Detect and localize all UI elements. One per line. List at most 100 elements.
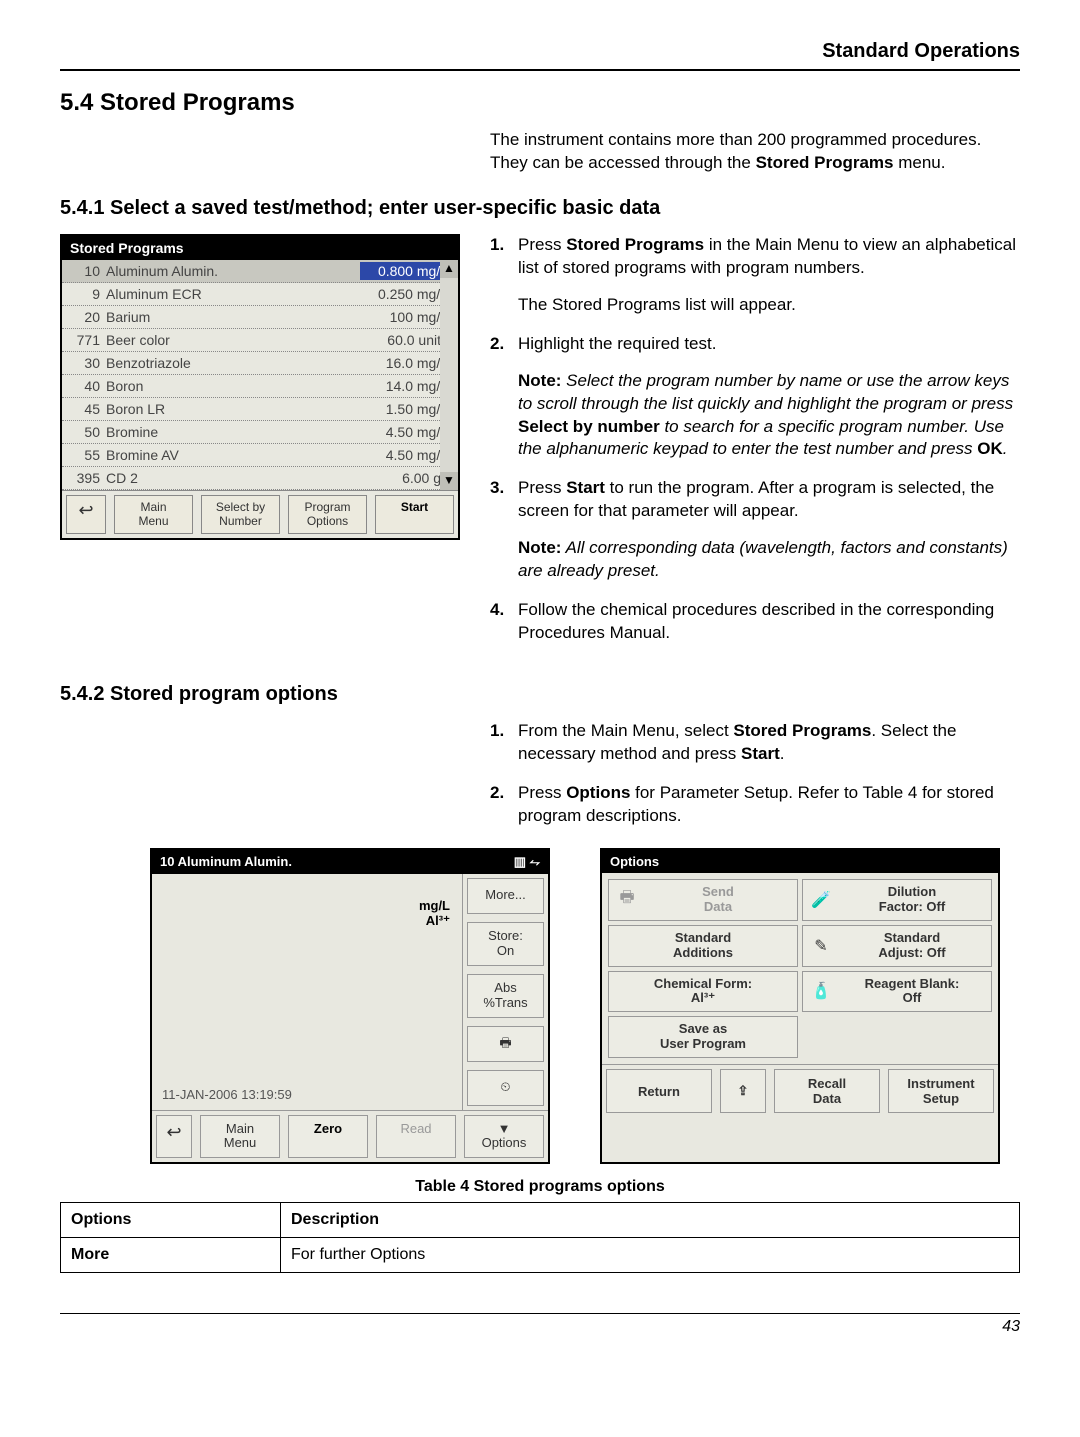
program-number: 50 (68, 424, 106, 440)
note-label: Note: (518, 538, 561, 557)
note: Note: All corresponding data (wavelength… (518, 538, 1008, 580)
zero-button[interactable]: Zero (288, 1115, 368, 1159)
recall-data-button[interactable]: Recall Data (774, 1069, 880, 1113)
stored-programs-panel: Stored Programs 10 Aluminum Alumin. 0.80… (60, 234, 460, 540)
select-by-number-button[interactable]: Select by Number (201, 495, 280, 534)
program-row[interactable]: 50Bromine4.50 mg/L (62, 421, 458, 444)
table-cell: For further Options (281, 1238, 1020, 1273)
timestamp: 11-JAN-2006 13:19:59 (162, 1087, 292, 1102)
program-row[interactable]: 20Barium100 mg/L (62, 306, 458, 329)
blank-icon: 🧴 (809, 981, 833, 1001)
main-menu-button[interactable]: Main Menu (200, 1115, 280, 1159)
program-value: 14.0 mg/L (360, 377, 452, 395)
main-menu-button[interactable]: Main Menu (114, 495, 193, 534)
note-text: All corresponding data (wavelength, fact… (518, 538, 1008, 580)
table-cell: More (61, 1238, 281, 1273)
timer-icon[interactable]: ⏲ (467, 1070, 544, 1106)
step-body: Press Start to run the program. After a … (518, 477, 1020, 583)
reagent-blank-button[interactable]: 🧴 Reagent Blank: Off (802, 971, 992, 1013)
program-name: CD 2 (106, 470, 360, 486)
reading-screen-panel: 10 Aluminum Alumin. ▥ ⥊ mg/L Al³⁺ 11-JAN… (150, 848, 550, 1165)
program-name: Bromine AV (106, 447, 360, 463)
step-num: 2. (490, 782, 518, 828)
program-number: 55 (68, 447, 106, 463)
start-button[interactable]: Start (375, 495, 454, 534)
dilution-factor-button[interactable]: 🧪Dilution Factor: Off (802, 879, 992, 921)
page-section-header: Standard Operations (60, 40, 1020, 71)
note-text: Select the program number by name or use… (518, 371, 1013, 413)
empty-cell (802, 1016, 992, 1056)
program-value: 0.800 mg/L (360, 262, 452, 280)
program-row[interactable]: 55Bromine AV4.50 mg/L (62, 444, 458, 467)
note-bold: OK (977, 439, 1003, 458)
step-text: Press (518, 235, 566, 254)
step-text: Highlight the required test. (518, 334, 716, 353)
store-button[interactable]: Store: On (467, 922, 544, 966)
table-header: Description (281, 1203, 1020, 1238)
program-number: 395 (68, 470, 106, 486)
option-label: Chemical Form: Al³⁺ (615, 977, 791, 1007)
program-name: Aluminum ECR (106, 286, 360, 302)
program-value: 1.50 mg/L (360, 400, 452, 418)
program-value: 0.250 mg/L (360, 285, 452, 303)
back-button[interactable]: ↩ (156, 1115, 192, 1159)
note-bold: Select by number (518, 417, 660, 436)
step-text: Press (518, 478, 566, 497)
step-bold: Start (566, 478, 605, 497)
step-bold: Stored Programs (566, 235, 704, 254)
stored-programs-title: Stored Programs (62, 236, 458, 260)
read-button[interactable]: Read (376, 1115, 456, 1159)
program-row[interactable]: 45Boron LR1.50 mg/L (62, 398, 458, 421)
table-row: More For further Options (61, 1238, 1020, 1273)
program-row[interactable]: 771Beer color60.0 units (62, 329, 458, 352)
program-row[interactable]: 9Aluminum ECR0.250 mg/L (62, 283, 458, 306)
step-num: 3. (490, 477, 518, 583)
program-name: Boron (106, 378, 360, 394)
program-number: 771 (68, 332, 106, 348)
instrument-setup-button[interactable]: Instrument Setup (888, 1069, 994, 1113)
program-number: 20 (68, 309, 106, 325)
share-button[interactable]: ⇪ (720, 1069, 766, 1113)
program-row[interactable]: 40Boron14.0 mg/L (62, 375, 458, 398)
chemical-form-button[interactable]: Chemical Form: Al³⁺ (608, 971, 798, 1013)
battery-icon: ▥ ⥊ (514, 854, 540, 870)
program-row[interactable]: 30Benzotriazole16.0 mg/L (62, 352, 458, 375)
step-body: From the Main Menu, select Stored Progra… (518, 720, 1020, 766)
options-button[interactable]: ▼ Options (464, 1115, 544, 1159)
scroll-up-icon[interactable]: ▲ (440, 260, 458, 278)
send-data-button[interactable]: 🖶Send Data (608, 879, 798, 921)
reading-title: 10 Aluminum Alumin. (160, 854, 292, 870)
step-body: Press Options for Parameter Setup. Refer… (518, 782, 1020, 828)
send-icon: 🖶 (615, 886, 639, 913)
program-options-button[interactable]: Program Options (288, 495, 367, 534)
print-icon[interactable]: 🖶 (467, 1026, 544, 1062)
option-label: Reagent Blank: Off (839, 977, 985, 1007)
scroll-down-icon[interactable]: ▼ (440, 472, 458, 490)
note-text: . (1003, 439, 1008, 458)
step-num: 2. (490, 333, 518, 462)
program-value: 60.0 units (360, 331, 452, 349)
unit-mgL: mg/L (419, 898, 450, 913)
step-text: Press (518, 783, 566, 802)
step-text: From the Main Menu, select (518, 721, 733, 740)
program-value: 4.50 mg/L (360, 423, 452, 441)
pencil-icon: ✎ (809, 936, 833, 956)
step-num: 1. (490, 234, 518, 317)
back-button[interactable]: ↩ (66, 495, 106, 534)
save-user-program-button[interactable]: Save as User Program (608, 1016, 798, 1058)
standard-additions-button[interactable]: Standard Additions (608, 925, 798, 967)
options-title: Options (610, 854, 659, 869)
program-row[interactable]: 395CD 26.00 g/l (62, 467, 458, 490)
program-name: Aluminum Alumin. (106, 263, 360, 279)
standard-adjust-button[interactable]: ✎Standard Adjust: Off (802, 925, 992, 967)
step-text: The Stored Programs list will appear. (518, 295, 796, 314)
program-row[interactable]: 10 Aluminum Alumin. 0.800 mg/L (62, 260, 458, 283)
abs-trans-button[interactable]: Abs %Trans (467, 974, 544, 1018)
program-name: Benzotriazole (106, 355, 360, 371)
program-value: 16.0 mg/L (360, 354, 452, 372)
scrollbar[interactable]: ▲ ▼ (440, 260, 458, 490)
return-button[interactable]: Return (606, 1069, 712, 1113)
option-label: Save as User Program (615, 1022, 791, 1052)
options-panel: Options 🖶Send Data 🧪Dilution Factor: Off… (600, 848, 1000, 1165)
more-button[interactable]: More... (467, 878, 544, 914)
